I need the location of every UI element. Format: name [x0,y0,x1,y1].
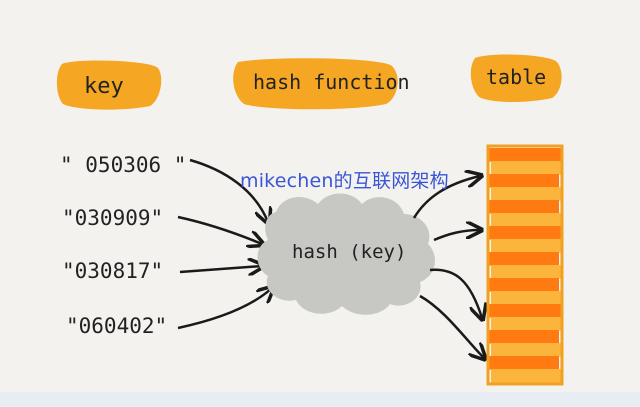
table-slot [491,265,563,279]
table-slot [489,226,561,240]
table-slot [491,213,561,227]
key-header-label: key [84,74,124,99]
table-slot [491,369,561,383]
table-slot [489,304,561,318]
table-slot [489,148,561,162]
table-slot [491,343,563,357]
table-slot [489,252,559,266]
table-slot [491,239,561,253]
arrow-hash-to-table-3 [429,268,482,318]
key-header: key [56,60,162,110]
table-slot [491,291,561,305]
hash-function-header-label: hash function [253,70,410,94]
hash-diagram-canvas: key hash function table " 050306 " "0309… [56,54,564,386]
hash-blob-label: hash (key) [292,241,406,263]
table-header-label: table [486,65,546,89]
table-slot [491,161,561,175]
key-label-3: "030817" [62,259,163,283]
table-slot [489,174,559,188]
table-slot [489,330,559,344]
arrow-key4-to-hash [177,288,272,330]
table-slot [491,187,563,201]
arrow-key3-to-hash [179,266,262,272]
arrow-hash-to-table-4 [419,294,484,358]
watermark-text: mikechen的互联网架构 [240,170,449,192]
key-label-1: " 050306 " [60,153,186,177]
key-label-4: "060402" [66,314,167,338]
arrow-key2-to-hash [177,215,262,244]
key-label-2: "030909" [62,206,163,230]
arrow-hash-to-table-2 [433,230,480,242]
hash-function-header: hash function [233,58,410,110]
table-slot [489,278,559,292]
hash-table [486,144,564,386]
table-header: table [470,54,562,103]
bottom-strip [0,392,640,407]
table-slot [489,200,559,214]
table-slot [489,356,559,370]
table-slot [491,317,561,331]
